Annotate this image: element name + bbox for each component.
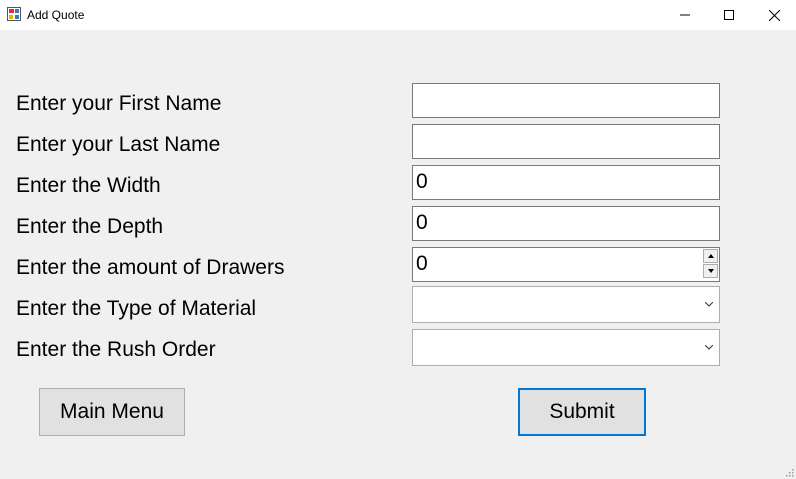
depth-label: Enter the Depth — [16, 215, 164, 238]
spin-up-button[interactable] — [703, 249, 718, 263]
drawers-spin-buttons — [703, 249, 718, 278]
app-form-icon — [7, 7, 21, 21]
last-name-label: Enter your Last Name — [16, 133, 221, 156]
resize-grip-icon[interactable] — [784, 467, 794, 477]
spin-down-button[interactable] — [703, 264, 718, 278]
last-name-input[interactable] — [412, 124, 720, 159]
drawers-label: Enter the amount of Drawers — [16, 256, 285, 279]
first-name-label: Enter your First Name — [16, 92, 222, 115]
maximize-icon — [724, 10, 734, 20]
minimize-button[interactable] — [662, 0, 708, 30]
depth-input[interactable]: 0 — [412, 206, 720, 241]
width-input[interactable]: 0 — [412, 165, 720, 200]
rush-order-label: Enter the Rush Order — [16, 338, 216, 361]
main-menu-button[interactable]: Main Menu — [39, 388, 185, 436]
material-label: Enter the Type of Material — [16, 297, 257, 320]
minimize-icon — [680, 14, 690, 16]
close-button[interactable] — [751, 0, 796, 30]
window-title: Add Quote — [27, 8, 85, 22]
drawers-value: 0 — [416, 252, 428, 275]
rush-order-dropdown[interactable] — [412, 329, 720, 366]
close-icon — [768, 9, 780, 21]
title-bar[interactable]: Add Quote — [0, 0, 796, 30]
arrow-down-icon — [707, 269, 714, 273]
arrow-up-icon — [707, 254, 714, 258]
chevron-down-icon — [703, 287, 715, 322]
drawers-stepper[interactable]: 0 — [412, 247, 720, 282]
chevron-down-icon — [703, 330, 715, 365]
add-quote-window: Add Quote Enter your First Name Enter yo… — [0, 0, 796, 479]
submit-button[interactable]: Submit — [518, 388, 646, 436]
first-name-input[interactable] — [412, 83, 720, 118]
width-label: Enter the Width — [16, 174, 161, 197]
material-dropdown[interactable] — [412, 286, 720, 323]
maximize-button[interactable] — [706, 0, 752, 30]
